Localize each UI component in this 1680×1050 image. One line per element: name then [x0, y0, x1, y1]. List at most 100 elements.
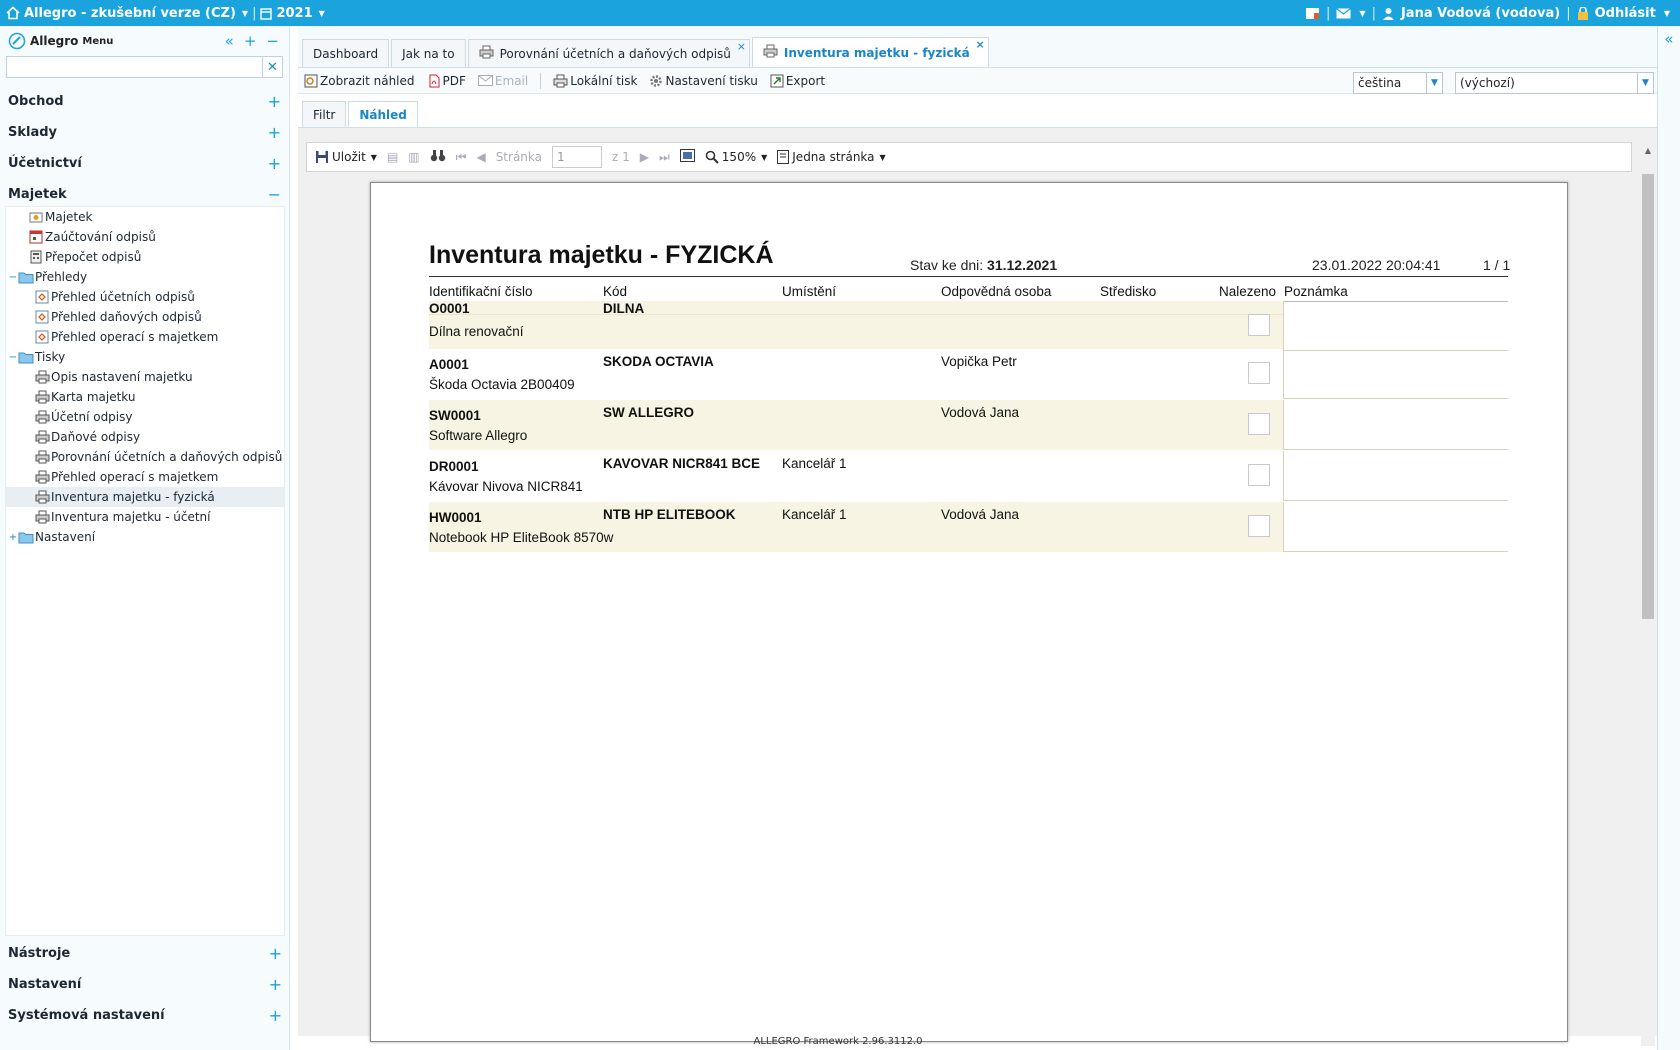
tree-item-porovnani-ucetnich-a-danovych-odpisu[interactable]: Porovnání účetních a daňových odpisů: [6, 447, 284, 467]
expand-icon[interactable]: +: [269, 944, 282, 963]
sidebar-section-label: Nastavení: [8, 977, 82, 992]
local-print-button[interactable]: Lokální tisk: [553, 74, 637, 88]
chevron-down-icon[interactable]: ▼: [319, 9, 325, 18]
sidebar-section-sklady[interactable]: Sklady +: [0, 117, 289, 148]
calendar-icon: [28, 230, 44, 244]
first-page-doc-icon[interactable]: ▤: [387, 150, 398, 164]
expand-icon[interactable]: +: [268, 123, 281, 142]
clipboard-icon[interactable]: ▥: [408, 150, 419, 164]
mail-icon[interactable]: [1336, 7, 1352, 19]
expand-panel-icon[interactable]: «: [1658, 30, 1680, 48]
expand-icon[interactable]: +: [269, 1006, 282, 1025]
sidebar-section-nastaveni[interactable]: Nastavení +: [0, 969, 290, 1000]
collapse-icon[interactable]: −: [268, 185, 281, 204]
viewer-scrollbar[interactable]: ▲: [1641, 146, 1655, 1046]
close-icon[interactable]: ×: [975, 38, 984, 51]
expand-icon[interactable]: +: [268, 154, 281, 173]
page-input[interactable]: [552, 146, 602, 168]
chevron-down-icon[interactable]: ▼: [1637, 73, 1653, 93]
expand-all-icon[interactable]: +: [244, 32, 257, 50]
sidebar-search-input[interactable]: [7, 57, 262, 77]
tree-item-zauctovani-odpisu[interactable]: Zaúčtování odpisů: [6, 227, 284, 247]
last-page-icon[interactable]: ⏭: [659, 150, 670, 165]
tree-item-karta-majetku[interactable]: Karta majetku: [6, 387, 284, 407]
found-checkbox[interactable]: [1248, 362, 1270, 384]
user-name[interactable]: Jana Vodová (vodova): [1401, 6, 1560, 21]
pdf-button[interactable]: PDF: [427, 74, 466, 88]
sidebar-section-nastroje[interactable]: Nástroje +: [0, 938, 290, 969]
tree-item-ucetni-odpisy[interactable]: Účetní odpisy: [6, 407, 284, 427]
scroll-up-icon[interactable]: ▲: [1641, 146, 1655, 155]
expand-icon[interactable]: +: [268, 92, 281, 111]
asset-icon: [28, 210, 44, 224]
found-checkbox[interactable]: [1248, 314, 1270, 336]
tab-dashboard[interactable]: Dashboard: [302, 39, 390, 67]
tree-item-majetek[interactable]: Majetek: [6, 207, 284, 227]
language-select[interactable]: čeština ▼: [1353, 72, 1443, 94]
zoom-selector[interactable]: 150% ▼: [705, 150, 767, 164]
scrollbar-thumb[interactable]: [1642, 174, 1654, 619]
tab-inventura-majetku-fyzicka[interactable]: Inventura majetku - fyzická ×: [751, 37, 989, 67]
sidebar-section-systemova-nastaveni[interactable]: Systémová nastavení +: [0, 1000, 290, 1031]
expand-icon[interactable]: +: [8, 532, 18, 543]
tab-jak-na-to[interactable]: Jak na to: [391, 39, 466, 67]
clear-search-icon[interactable]: ✕: [262, 57, 282, 77]
sidebar-header: Allegro Menu « + −: [0, 26, 289, 56]
tree-item-prehledy[interactable]: − Přehledy: [6, 267, 284, 287]
next-page-icon[interactable]: ▶: [640, 150, 649, 164]
close-icon[interactable]: ×: [737, 40, 746, 53]
chevron-down-icon[interactable]: ▼: [242, 9, 248, 18]
first-page-icon[interactable]: ⏮: [456, 150, 467, 165]
template-select[interactable]: (výchozí) ▼: [1455, 72, 1654, 94]
fit-page-icon[interactable]: [679, 149, 695, 165]
preview-button[interactable]: Zobrazit náhled: [304, 74, 415, 88]
collapse-all-icon[interactable]: −: [266, 32, 279, 50]
print-settings-button[interactable]: Nastavení tisku: [649, 74, 758, 88]
view-mode-selector[interactable]: Jedna stránka ▼: [777, 150, 886, 164]
calendar-icon[interactable]: [260, 7, 273, 20]
tree-item-prehled-danovych-odpisu[interactable]: Přehled daňových odpisů: [6, 307, 284, 327]
collapse-icon[interactable]: −: [8, 272, 18, 283]
found-checkbox[interactable]: [1248, 515, 1270, 537]
tree-item-label: Přehledy: [35, 270, 88, 284]
report-row: SW0001 SW ALLEGRO Vodová Jana Software Alle…: [429, 400, 1508, 450]
binoculars-icon[interactable]: [430, 149, 446, 165]
right-collapse-bar[interactable]: «: [1657, 26, 1680, 1050]
tree-item-prepocet-odpisu[interactable]: Přepočet odpisů: [6, 247, 284, 267]
toolbar: Zobrazit náhled PDF Email Lokální tisk N…: [298, 68, 1657, 94]
sidebar-section-ucetnictvi[interactable]: Účetnictví +: [0, 148, 289, 179]
chevron-down-icon[interactable]: ▼: [1359, 9, 1365, 18]
chevron-down-icon[interactable]: ▼: [1664, 9, 1670, 18]
sidebar-section-label: Obchod: [8, 94, 64, 109]
tab-filter[interactable]: Filtr: [302, 101, 347, 127]
tree-item-tisky[interactable]: − Tisky: [6, 347, 284, 367]
found-checkbox[interactable]: [1248, 413, 1270, 435]
tab-preview[interactable]: Náhled: [348, 101, 418, 127]
collapse-sidebar-icon[interactable]: «: [225, 32, 234, 50]
col-header-id: Identifikační číslo: [429, 284, 533, 299]
notes-icon[interactable]: [1305, 7, 1320, 20]
save-button[interactable]: Uložit ▼: [315, 150, 377, 164]
app-title[interactable]: Allegro - zkušební verze (CZ): [24, 6, 236, 21]
tree-item-opis-nastaveni-majetku[interactable]: Opis nastavení majetku: [6, 367, 284, 387]
tree-item-prehled-operaci-s-majetkem[interactable]: Přehled operací s majetkem: [6, 327, 284, 347]
tree-item-danove-odpisy[interactable]: Daňové odpisy: [6, 427, 284, 447]
tree-item-inventura-majetku-fyzicka[interactable]: Inventura majetku - fyzická: [6, 487, 284, 507]
tree-item-prehled-ucetnich-odpisu[interactable]: Přehled účetních odpisů: [6, 287, 284, 307]
tree-item-nastaveni[interactable]: + Nastavení: [6, 527, 284, 547]
sidebar: Allegro Menu « + − ✕ Obchod + Sklady + Účetn…: [0, 26, 290, 1050]
chevron-down-icon[interactable]: ▼: [1426, 73, 1442, 93]
expand-icon[interactable]: +: [269, 975, 282, 994]
logout-link[interactable]: Odhlásit: [1595, 6, 1656, 21]
export-button[interactable]: Export: [770, 74, 825, 88]
year-selector[interactable]: 2021: [276, 6, 312, 21]
found-checkbox[interactable]: [1248, 464, 1270, 486]
tree-item-prehled-operaci-s-majetkem[interactable]: Přehled operací s majetkem: [6, 467, 284, 487]
home-icon[interactable]: [6, 6, 20, 20]
tree-item-inventura-majetku-ucetni[interactable]: Inventura majetku - účetní: [6, 507, 284, 527]
sidebar-section-obchod[interactable]: Obchod +: [0, 86, 289, 117]
email-button[interactable]: Email: [477, 74, 528, 88]
tab-porovnani-ucetnich-a-danovych-odpisu[interactable]: Porovnání účetních a daňových odpisů ×: [467, 39, 750, 67]
collapse-icon[interactable]: −: [8, 352, 18, 363]
prev-page-icon[interactable]: ◀: [476, 150, 485, 164]
